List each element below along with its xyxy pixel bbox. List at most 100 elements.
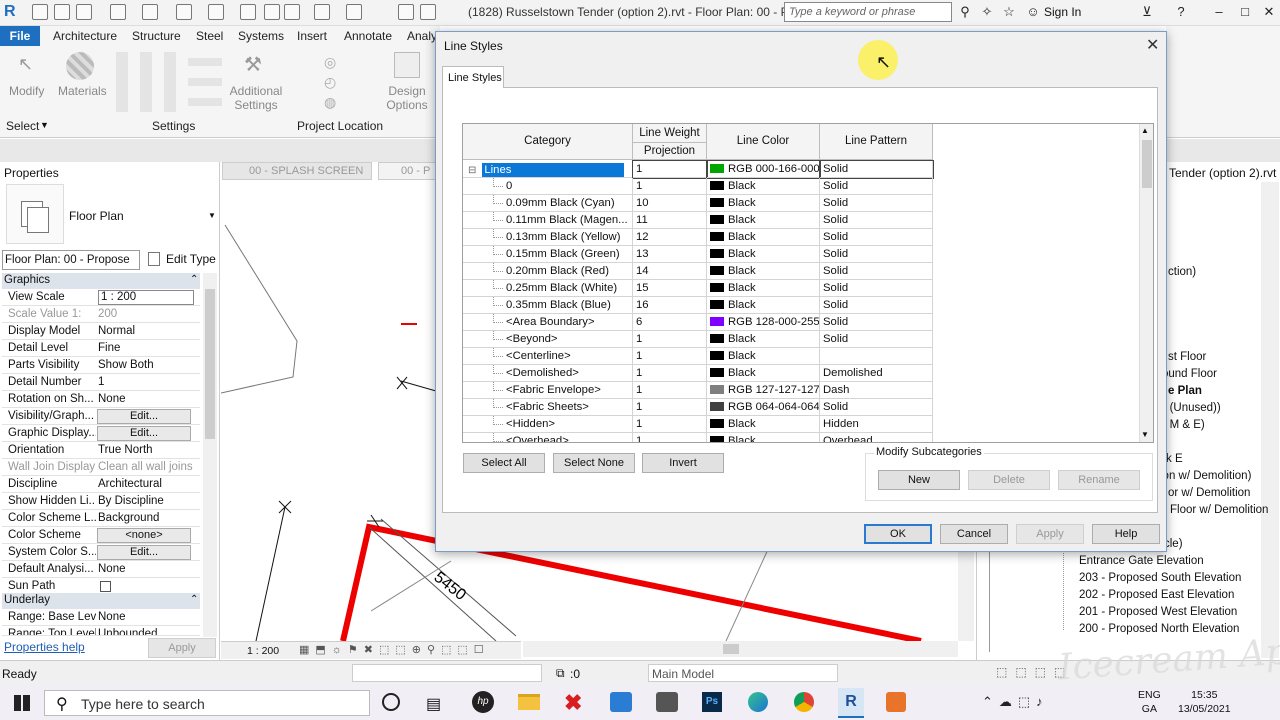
row-line-color[interactable]: Black	[707, 246, 820, 263]
line-style-row[interactable]: 0.13mm Black (Yellow) 12 Black Solid	[463, 229, 933, 246]
line-style-row[interactable]: 0.20mm Black (Red) 14 Black Solid	[463, 263, 933, 280]
property-value[interactable]: Show Both	[98, 359, 194, 371]
row-category[interactable]: 0.20mm Black (Red)	[463, 263, 633, 280]
dialog-close-icon[interactable]: ✕	[1146, 35, 1159, 55]
row-category[interactable]: ⊟ Lines	[463, 161, 633, 178]
save-icon[interactable]	[54, 4, 70, 20]
select-dropdown[interactable]: Select	[6, 119, 39, 133]
measure-icon[interactable]	[208, 4, 224, 20]
weather-app-icon[interactable]	[610, 692, 632, 712]
browser-item[interactable]: or w/ Demolition	[1168, 487, 1250, 499]
row-line-pattern[interactable]: Solid	[820, 297, 933, 314]
property-row[interactable]: Color Scheme L... Background	[2, 510, 200, 527]
line-style-row[interactable]: 0 1 Black Solid	[463, 178, 933, 195]
location-icons[interactable]: ◎ ◴ ◍	[324, 52, 348, 112]
property-row[interactable]: Rotation on Sh... None	[2, 391, 200, 408]
rename-button[interactable]: Rename	[1058, 470, 1140, 490]
property-value[interactable]: 1	[98, 376, 194, 388]
underlay-collapse-icon[interactable]: ⌃	[190, 594, 198, 605]
filter-icon[interactable]: ⧉	[556, 666, 565, 681]
property-row[interactable]: Graphic Display... Edit...	[2, 425, 200, 442]
tab-structure[interactable]: Structure	[132, 29, 181, 43]
row-line-color[interactable]: Black	[707, 365, 820, 382]
clock[interactable]: 15:35 13/05/2021	[1178, 688, 1231, 716]
tab-file[interactable]: File	[0, 26, 40, 46]
line-style-row[interactable]: <Beyond> 1 Black Solid	[463, 331, 933, 348]
row-category[interactable]: <Area Boundary>	[463, 314, 633, 331]
line-style-row[interactable]: ⊟ Lines 1 RGB 000-166-000 Solid	[463, 160, 934, 179]
row-category[interactable]: 0.15mm Black (Green)	[463, 246, 633, 263]
row-category[interactable]: 0	[463, 178, 633, 195]
row-category[interactable]: 0.13mm Black (Yellow)	[463, 229, 633, 246]
row-line-pattern[interactable]: Solid	[819, 160, 934, 179]
header-projection[interactable]: Projection	[633, 143, 707, 160]
row-line-pattern[interactable]: Solid	[820, 178, 933, 195]
property-row[interactable]: Detail Level Fine	[2, 340, 200, 357]
view-tab-splash[interactable]: 00 - SPLASH SCREEN	[222, 162, 372, 180]
line-style-row[interactable]: <Hidden> 1 Black Hidden	[463, 416, 933, 433]
edge-icon[interactable]	[748, 692, 768, 712]
row-line-color[interactable]: Black	[707, 178, 820, 195]
row-line-pattern[interactable]: Solid	[820, 195, 933, 212]
row-line-color[interactable]: Black	[707, 331, 820, 348]
row-line-pattern[interactable]: Hidden	[820, 416, 933, 433]
dimension-icon[interactable]	[240, 4, 256, 20]
select-all-button[interactable]: Select All	[463, 453, 545, 473]
hp-app-icon[interactable]: hp	[472, 691, 494, 713]
tab-analyze[interactable]: Analy	[407, 29, 437, 43]
maximize-icon[interactable]: □	[1236, 4, 1254, 20]
row-line-pattern[interactable]: Demolished	[820, 365, 933, 382]
row-line-color[interactable]: Black	[707, 195, 820, 212]
browser-item[interactable]: st Floor	[1168, 351, 1206, 363]
collapse-toggle-icon[interactable]: ⊟	[468, 165, 476, 176]
property-row[interactable]: Orientation True North	[2, 442, 200, 459]
browser-item[interactable]: k E	[1166, 453, 1183, 465]
property-value[interactable]: By Discipline	[98, 495, 194, 507]
row-line-weight[interactable]: 16	[633, 297, 707, 314]
tag-icon[interactable]	[264, 4, 280, 20]
property-edit-button[interactable]: Edit...	[97, 426, 191, 441]
properties-scrollbar[interactable]	[203, 273, 217, 637]
row-line-pattern[interactable]: Dash	[820, 382, 933, 399]
line-style-row[interactable]: <Demolished> 1 Black Demolished	[463, 365, 933, 382]
sync-icon[interactable]	[76, 4, 92, 20]
open-icon[interactable]	[32, 4, 48, 20]
property-value[interactable]: Architectural	[98, 478, 194, 490]
row-line-color[interactable]: Black	[707, 263, 820, 280]
row-line-color[interactable]: Black	[707, 280, 820, 297]
line-style-row[interactable]: 0.15mm Black (Green) 13 Black Solid	[463, 246, 933, 263]
row-line-weight[interactable]: 1	[633, 433, 707, 442]
row-category[interactable]: <Hidden>	[463, 416, 633, 433]
underlay-section-header[interactable]: Underlay	[2, 593, 200, 609]
row-line-weight[interactable]: 6	[633, 314, 707, 331]
row-line-color[interactable]: Black	[707, 348, 820, 365]
property-value[interactable]: Background	[98, 512, 194, 524]
line-style-row[interactable]: <Fabric Envelope> 1 RGB 127-127-127 Dash	[463, 382, 933, 399]
new-button[interactable]: New	[878, 470, 960, 490]
tab-systems[interactable]: Systems	[238, 29, 284, 43]
property-value[interactable]: 200	[98, 308, 194, 320]
properties-help-link[interactable]: Properties help	[4, 640, 85, 654]
row-line-color[interactable]: RGB 127-127-127	[707, 382, 820, 399]
browser-scrollbar[interactable]	[1261, 182, 1279, 658]
timeline-icon[interactable]: ▤	[426, 694, 441, 714]
row-line-weight[interactable]: 1	[633, 399, 707, 416]
canvas-scrollbar-h[interactable]	[523, 641, 958, 657]
view-tab-floor-plan[interactable]: 00 - P	[378, 162, 438, 180]
design-options-icon[interactable]	[394, 52, 420, 78]
row-line-weight[interactable]: 1	[633, 382, 707, 399]
sign-in-link[interactable]: Sign In	[1044, 5, 1081, 19]
select-chevron-icon[interactable]: ▼	[40, 120, 49, 130]
windows-start-icon[interactable]	[14, 695, 30, 711]
browser-item[interactable]: n (Unused))	[1160, 402, 1221, 414]
row-line-pattern[interactable]: Solid	[820, 246, 933, 263]
property-value[interactable]: None	[98, 563, 194, 575]
cancel-button[interactable]: Cancel	[940, 524, 1008, 544]
property-value[interactable]: 1 : 200	[98, 290, 194, 305]
property-row[interactable]: Wall Join Display Clean all wall joins	[2, 459, 200, 476]
browser-item[interactable]: ion w/ Demolition)	[1160, 470, 1251, 482]
line-style-row[interactable]: <Overhead> 1 Black Overhead	[463, 433, 933, 442]
row-line-pattern[interactable]: Overhead	[820, 433, 933, 442]
row-line-weight[interactable]: 1	[633, 331, 707, 348]
browser-item[interactable]: 201 - Proposed West Elevation	[1079, 606, 1237, 618]
